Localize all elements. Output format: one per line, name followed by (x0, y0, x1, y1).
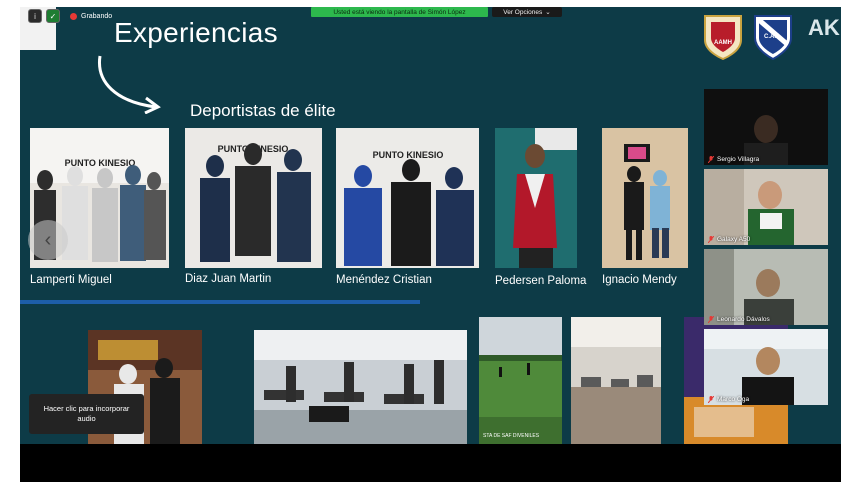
aamh-logo-text: AAMH (714, 40, 732, 46)
shield-icon[interactable]: ✓ (46, 9, 60, 23)
caption-lamperti: Lamperti Miguel (30, 274, 112, 286)
video-overlay-text: STA DE SAF DIVENILES (483, 433, 540, 439)
top-left-indicators: i ✓ Grabando (20, 7, 112, 25)
participants-panel: Sergio Villagra Galaxy A50 Leonardo Dáva… (704, 87, 841, 405)
caption-pedersen: Pedersen Paloma (495, 275, 587, 287)
view-options-button[interactable]: Ver Opciones ⌄ (492, 7, 562, 17)
caa-logo-text: C.A.A. (764, 34, 782, 40)
caption-menendez: Menéndez Cristian (336, 274, 432, 286)
meeting-bottom-bar (20, 444, 841, 482)
photo-treatment-room (254, 330, 467, 444)
participant-tile[interactable]: Galaxy A50 (704, 169, 828, 245)
participant-name: Galaxy A50 (717, 236, 751, 243)
recording-label: Grabando (81, 12, 113, 20)
participant-name: Sergio Villagra (717, 156, 760, 163)
curved-arrow-icon (98, 55, 161, 114)
participant-name: Marco Oga (717, 396, 750, 403)
mic-muted-icon (708, 396, 714, 403)
slide-subtitle: Deportistas de élite (190, 101, 336, 120)
photo-pedersen (495, 128, 577, 268)
prev-photo-button[interactable]: ‹ (28, 220, 68, 260)
chevron-down-icon: ⌄ (545, 9, 551, 16)
mic-muted-icon (708, 236, 714, 243)
photo-menendez: PUNTO KINESIO (336, 128, 479, 268)
brand-text: PUNTO KINESIO (373, 150, 444, 160)
screen-share-banner: Usted está viendo la pantalla de Simón L… (311, 7, 488, 17)
mic-muted-icon (708, 316, 714, 323)
section-divider (20, 300, 420, 304)
photo-gym-hall (571, 317, 661, 444)
caption-diaz: Diaz Juan Martin (185, 273, 272, 285)
chevron-left-icon: ‹ (44, 228, 52, 251)
photo-diaz: PUNTO KINESIO (185, 128, 322, 268)
recording-icon (70, 12, 77, 20)
participant-tile[interactable]: Marco Oga (704, 329, 828, 405)
slide-title: Experiencias (114, 17, 278, 48)
participant-name: Leonardo Dávalos (717, 316, 770, 323)
mic-muted-icon (708, 156, 714, 163)
participant-tile[interactable]: Sergio Villagra (704, 89, 828, 165)
photo-mendy (602, 128, 688, 268)
photo-football-field: STA DE SAF DIVENILES (479, 317, 562, 444)
join-audio-tooltip[interactable]: Hacer clic para incorporar audio (29, 394, 144, 434)
view-options-label: Ver Opciones (503, 8, 543, 16)
info-icon[interactable]: i (28, 9, 42, 23)
caa-logo: C.A.A. (754, 15, 792, 60)
aamh-logo: AAMH (704, 15, 742, 60)
caption-mendy: Ignacio Mendy (602, 274, 677, 286)
ak-logo: AK (808, 15, 840, 40)
participant-tile[interactable]: Leonardo Dávalos (704, 249, 828, 325)
